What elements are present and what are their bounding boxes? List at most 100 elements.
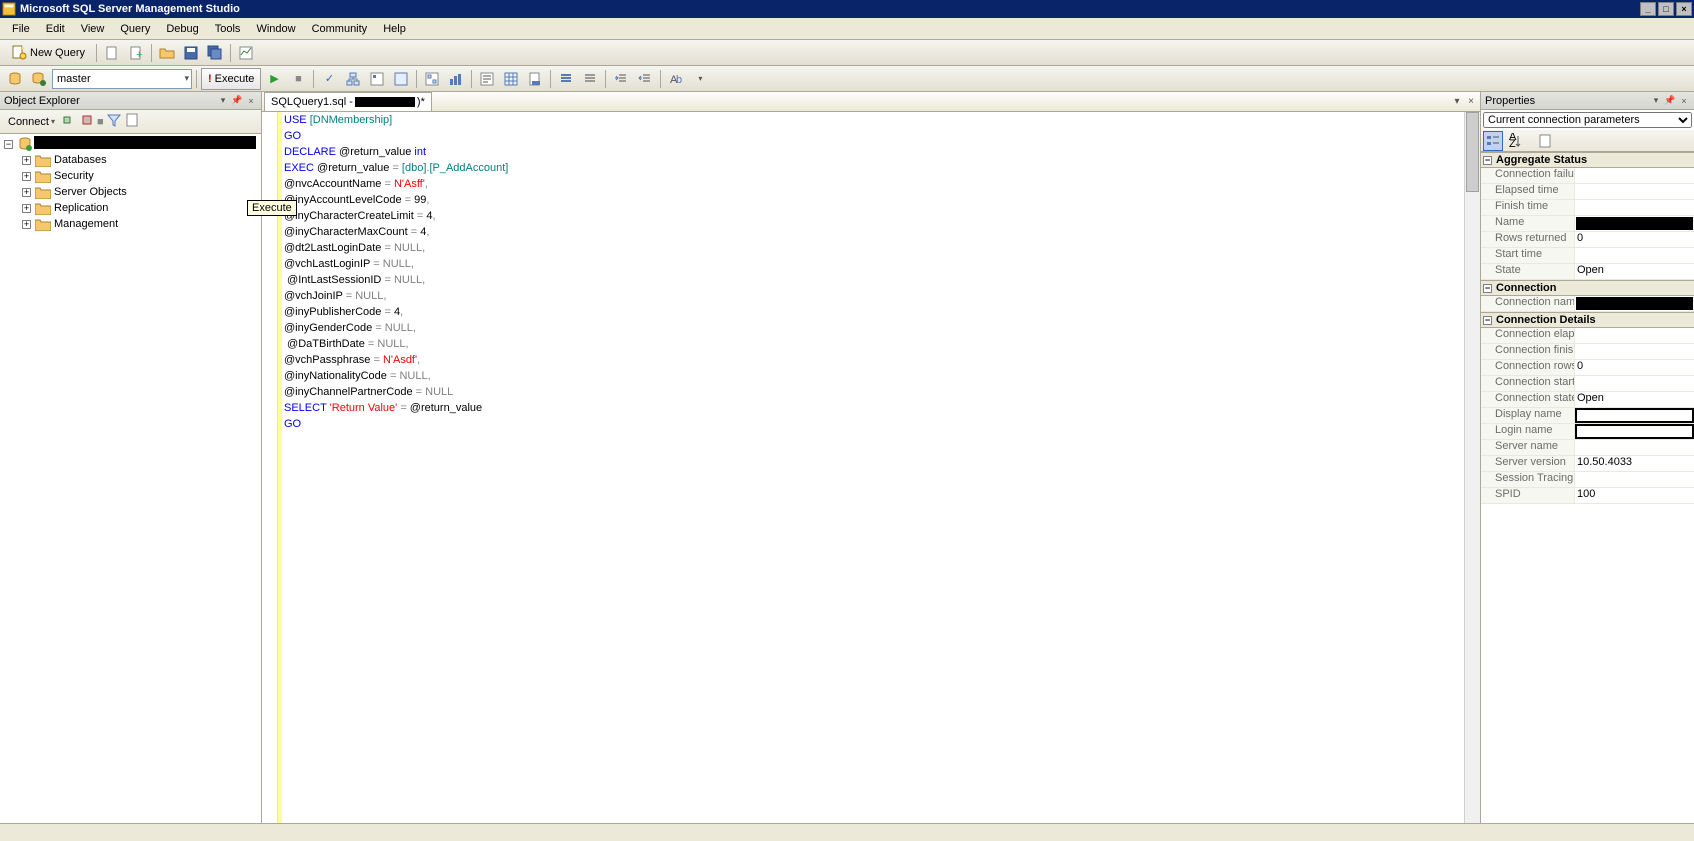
- pin-icon[interactable]: ▾: [217, 95, 229, 107]
- props-row[interactable]: Connection finish tim: [1481, 344, 1694, 360]
- oe-node-server-objects[interactable]: +Server Objects: [0, 184, 261, 200]
- stop-oe-button[interactable]: [79, 112, 95, 131]
- include-stats-button[interactable]: [445, 68, 467, 90]
- collapse-icon[interactable]: −: [4, 140, 13, 149]
- menu-edit[interactable]: Edit: [38, 21, 73, 37]
- change-connection-button[interactable]: [4, 68, 26, 90]
- toolbar-dropdown[interactable]: ▾: [689, 68, 711, 90]
- disconnect-button[interactable]: [61, 112, 77, 131]
- props-row[interactable]: Connection name: [1481, 296, 1694, 312]
- menu-window[interactable]: Window: [248, 21, 303, 37]
- props-row[interactable]: Rows returned0: [1481, 232, 1694, 248]
- outdent-button[interactable]: [634, 68, 656, 90]
- menu-query[interactable]: Query: [112, 21, 158, 37]
- panel-close-icon[interactable]: ×: [245, 95, 257, 107]
- results-file-button[interactable]: [524, 68, 546, 90]
- menu-community[interactable]: Community: [304, 21, 376, 37]
- props-row[interactable]: Server name: [1481, 440, 1694, 456]
- parse-button[interactable]: ✓: [318, 68, 340, 90]
- results-text-button[interactable]: [476, 68, 498, 90]
- database-combo[interactable]: master: [52, 69, 192, 89]
- sql-editor[interactable]: USE [DNMembership] GO DECLARE @return_va…: [262, 112, 1480, 823]
- property-pages-button[interactable]: [1535, 131, 1555, 151]
- props-row[interactable]: Connection start tim: [1481, 376, 1694, 392]
- props-row[interactable]: Login name: [1481, 424, 1694, 440]
- query-options-button[interactable]: [366, 68, 388, 90]
- include-plan-button[interactable]: [421, 68, 443, 90]
- refresh-button[interactable]: ■: [97, 116, 104, 128]
- menu-view[interactable]: View: [73, 21, 113, 37]
- props-row[interactable]: Session Tracing ID: [1481, 472, 1694, 488]
- collapse-icon[interactable]: −: [1483, 156, 1492, 165]
- props-row[interactable]: Finish time: [1481, 200, 1694, 216]
- props-pin-icon[interactable]: ▾: [1650, 95, 1662, 107]
- expand-icon[interactable]: +: [22, 172, 31, 181]
- properties-grid[interactable]: −Aggregate StatusConnection failuresElap…: [1481, 152, 1694, 823]
- properties-object-combo[interactable]: Current connection parameters: [1483, 112, 1692, 128]
- new-query-button[interactable]: New Query: [4, 42, 92, 64]
- document-tab[interactable]: SQLQuery1.sql - )*: [264, 92, 432, 111]
- stop-button[interactable]: ■: [287, 68, 309, 90]
- props-category[interactable]: −Connection Details: [1481, 312, 1694, 328]
- display-plan-button[interactable]: [342, 68, 364, 90]
- save-button[interactable]: [180, 42, 202, 64]
- props-row[interactable]: Start time: [1481, 248, 1694, 264]
- connect-button[interactable]: Connect ▾: [4, 114, 59, 130]
- tab-list-button[interactable]: ▾: [1450, 94, 1464, 108]
- oe-node-replication[interactable]: +Replication: [0, 200, 261, 216]
- expand-icon[interactable]: +: [22, 220, 31, 229]
- indent-button[interactable]: [610, 68, 632, 90]
- props-row[interactable]: Server version10.50.4033: [1481, 456, 1694, 472]
- categorized-button[interactable]: [1483, 131, 1503, 151]
- props-row[interactable]: Connection failures: [1481, 168, 1694, 184]
- open-button[interactable]: [156, 42, 178, 64]
- alphabetical-button[interactable]: AZ: [1505, 131, 1525, 151]
- expand-icon[interactable]: +: [22, 156, 31, 165]
- save-all-button[interactable]: [204, 42, 226, 64]
- available-databases-icon-button[interactable]: [28, 68, 50, 90]
- specify-values-button[interactable]: Ab: [665, 68, 687, 90]
- collapse-icon[interactable]: −: [1483, 316, 1492, 325]
- props-row[interactable]: StateOpen: [1481, 264, 1694, 280]
- expand-icon[interactable]: +: [22, 204, 31, 213]
- menu-debug[interactable]: Debug: [158, 21, 206, 37]
- props-autohide-icon[interactable]: 📌: [1664, 95, 1676, 107]
- expand-icon[interactable]: +: [22, 188, 31, 197]
- oe-node-management[interactable]: +Management: [0, 216, 261, 232]
- results-grid-button[interactable]: [500, 68, 522, 90]
- editor-scrollbar[interactable]: [1464, 112, 1480, 823]
- report-button[interactable]: [124, 112, 140, 131]
- minimize-button[interactable]: _: [1640, 2, 1656, 16]
- intellisense-button[interactable]: [390, 68, 412, 90]
- new-project-button[interactable]: [101, 42, 123, 64]
- menu-tools[interactable]: Tools: [207, 21, 249, 37]
- editor-text[interactable]: USE [DNMembership] GO DECLARE @return_va…: [278, 112, 510, 823]
- object-explorer-tree[interactable]: − +Databases+Security+Server Objects+Rep…: [0, 134, 261, 823]
- tab-close-button[interactable]: ×: [1464, 94, 1478, 108]
- oe-node-security[interactable]: +Security: [0, 168, 261, 184]
- props-category[interactable]: −Aggregate Status: [1481, 152, 1694, 168]
- menu-help[interactable]: Help: [375, 21, 414, 37]
- maximize-button[interactable]: □: [1658, 2, 1674, 16]
- execute-button[interactable]: ! Execute: [201, 68, 261, 90]
- close-button[interactable]: ×: [1676, 2, 1692, 16]
- filter-button[interactable]: [106, 112, 122, 131]
- uncomment-button[interactable]: [579, 68, 601, 90]
- collapse-icon[interactable]: −: [1483, 284, 1492, 293]
- props-row[interactable]: Elapsed time: [1481, 184, 1694, 200]
- new-file-button[interactable]: +: [125, 42, 147, 64]
- comment-button[interactable]: [555, 68, 577, 90]
- props-row[interactable]: Name: [1481, 216, 1694, 232]
- debug-button[interactable]: ▶: [263, 68, 285, 90]
- oe-node-databases[interactable]: +Databases: [0, 152, 261, 168]
- props-row[interactable]: Connection rows re0: [1481, 360, 1694, 376]
- activity-monitor-button[interactable]: [235, 42, 257, 64]
- props-row[interactable]: Display name: [1481, 408, 1694, 424]
- menu-file[interactable]: File: [4, 21, 38, 37]
- props-row[interactable]: Connection stateOpen: [1481, 392, 1694, 408]
- props-close-icon[interactable]: ×: [1678, 95, 1690, 107]
- autohide-icon[interactable]: 📌: [231, 95, 243, 107]
- scrollbar-thumb[interactable]: [1466, 112, 1479, 192]
- props-row[interactable]: SPID100: [1481, 488, 1694, 504]
- props-row[interactable]: Connection elapsed: [1481, 328, 1694, 344]
